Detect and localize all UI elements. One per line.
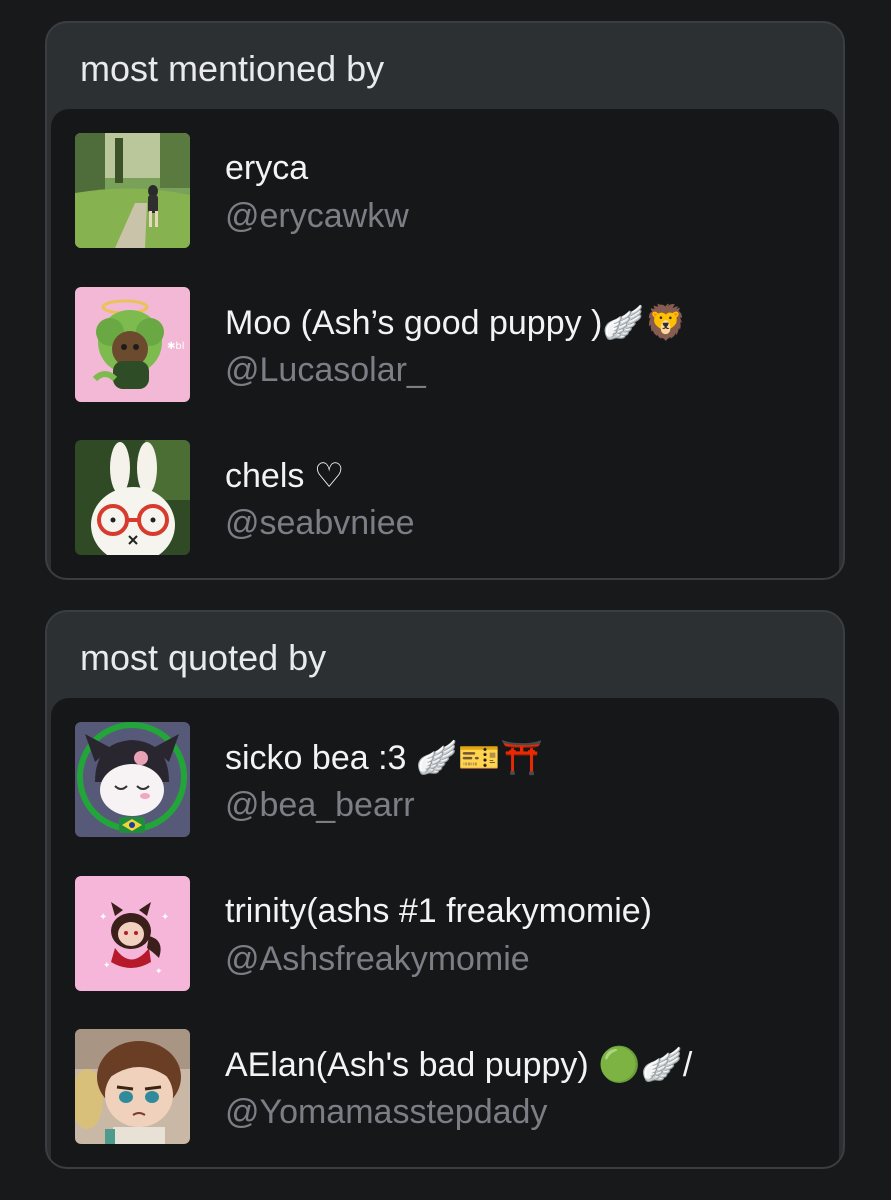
svg-text:✦: ✦ <box>103 961 111 971</box>
avatar[interactable] <box>75 1029 190 1144</box>
user-handle[interactable]: @Lucasolar_ <box>225 351 426 390</box>
avatar[interactable]: ✦ ✦ ✦ ✦ <box>75 876 190 991</box>
svg-text:✱bl: ✱bl <box>167 341 185 352</box>
user-row-seabvniee[interactable]: chels ♡ @seabvniee <box>75 440 839 555</box>
avatar[interactable] <box>75 440 190 555</box>
most-mentioned-card: most mentioned by eryca @erycawkw ✱bl Mo… <box>45 21 845 580</box>
user-handle[interactable]: @erycawkw <box>225 197 409 236</box>
user-handle[interactable]: @seabvniee <box>225 504 415 543</box>
user-row-yomamasstepdady[interactable]: AElan(Ash's bad puppy) 🟢🪽/ @Yomamasstepd… <box>75 1029 839 1144</box>
svg-text:✦: ✦ <box>99 912 107 923</box>
display-name[interactable]: chels ♡ <box>225 456 344 496</box>
page: most mentioned by eryca @erycawkw ✱bl Mo… <box>0 0 891 1200</box>
user-row-eryca[interactable]: eryca @erycawkw <box>75 133 839 248</box>
user-handle[interactable]: @Ashsfreakymomie <box>225 940 530 979</box>
user-list: eryca @erycawkw ✱bl Moo (Ash’s good pupp… <box>51 109 839 578</box>
user-handle[interactable]: @Yomamasstepdady <box>225 1093 547 1132</box>
display-name[interactable]: sicko bea :3 🪽🎫⛩️ <box>225 738 543 778</box>
section-title: most quoted by <box>80 637 327 678</box>
user-row-bea-bearr[interactable]: sicko bea :3 🪽🎫⛩️ @bea_bearr <box>75 722 839 837</box>
user-list: sicko bea :3 🪽🎫⛩️ @bea_bearr ✦ ✦ ✦ ✦ tri… <box>51 698 839 1167</box>
display-name[interactable]: trinity(ashs #1 freakymomie) <box>225 892 652 931</box>
user-row-ashsfreakymomie[interactable]: ✦ ✦ ✦ ✦ trinity(ashs #1 freakymomie) @As… <box>75 876 839 991</box>
svg-text:✦: ✦ <box>155 967 163 977</box>
svg-text:✦: ✦ <box>161 912 169 923</box>
user-row-lucasolar[interactable]: ✱bl Moo (Ash’s good puppy )🪽🦁 @Lucasolar… <box>75 287 839 402</box>
most-quoted-card: most quoted by sicko bea:3 🪽🎫⛩️ @bea_be… <box>45 610 845 1169</box>
avatar[interactable] <box>75 722 190 837</box>
display-name[interactable]: Moo (Ash’s good puppy )🪽🦁 <box>225 303 687 343</box>
user-handle[interactable]: @bea_bearr <box>225 786 415 825</box>
display-name[interactable]: AElan(Ash's bad puppy) 🟢🪽/ <box>225 1045 692 1085</box>
avatar[interactable] <box>75 133 190 248</box>
avatar[interactable]: ✱bl <box>75 287 190 402</box>
display-name[interactable]: eryca <box>225 149 308 188</box>
section-title: most mentioned by <box>80 48 385 89</box>
